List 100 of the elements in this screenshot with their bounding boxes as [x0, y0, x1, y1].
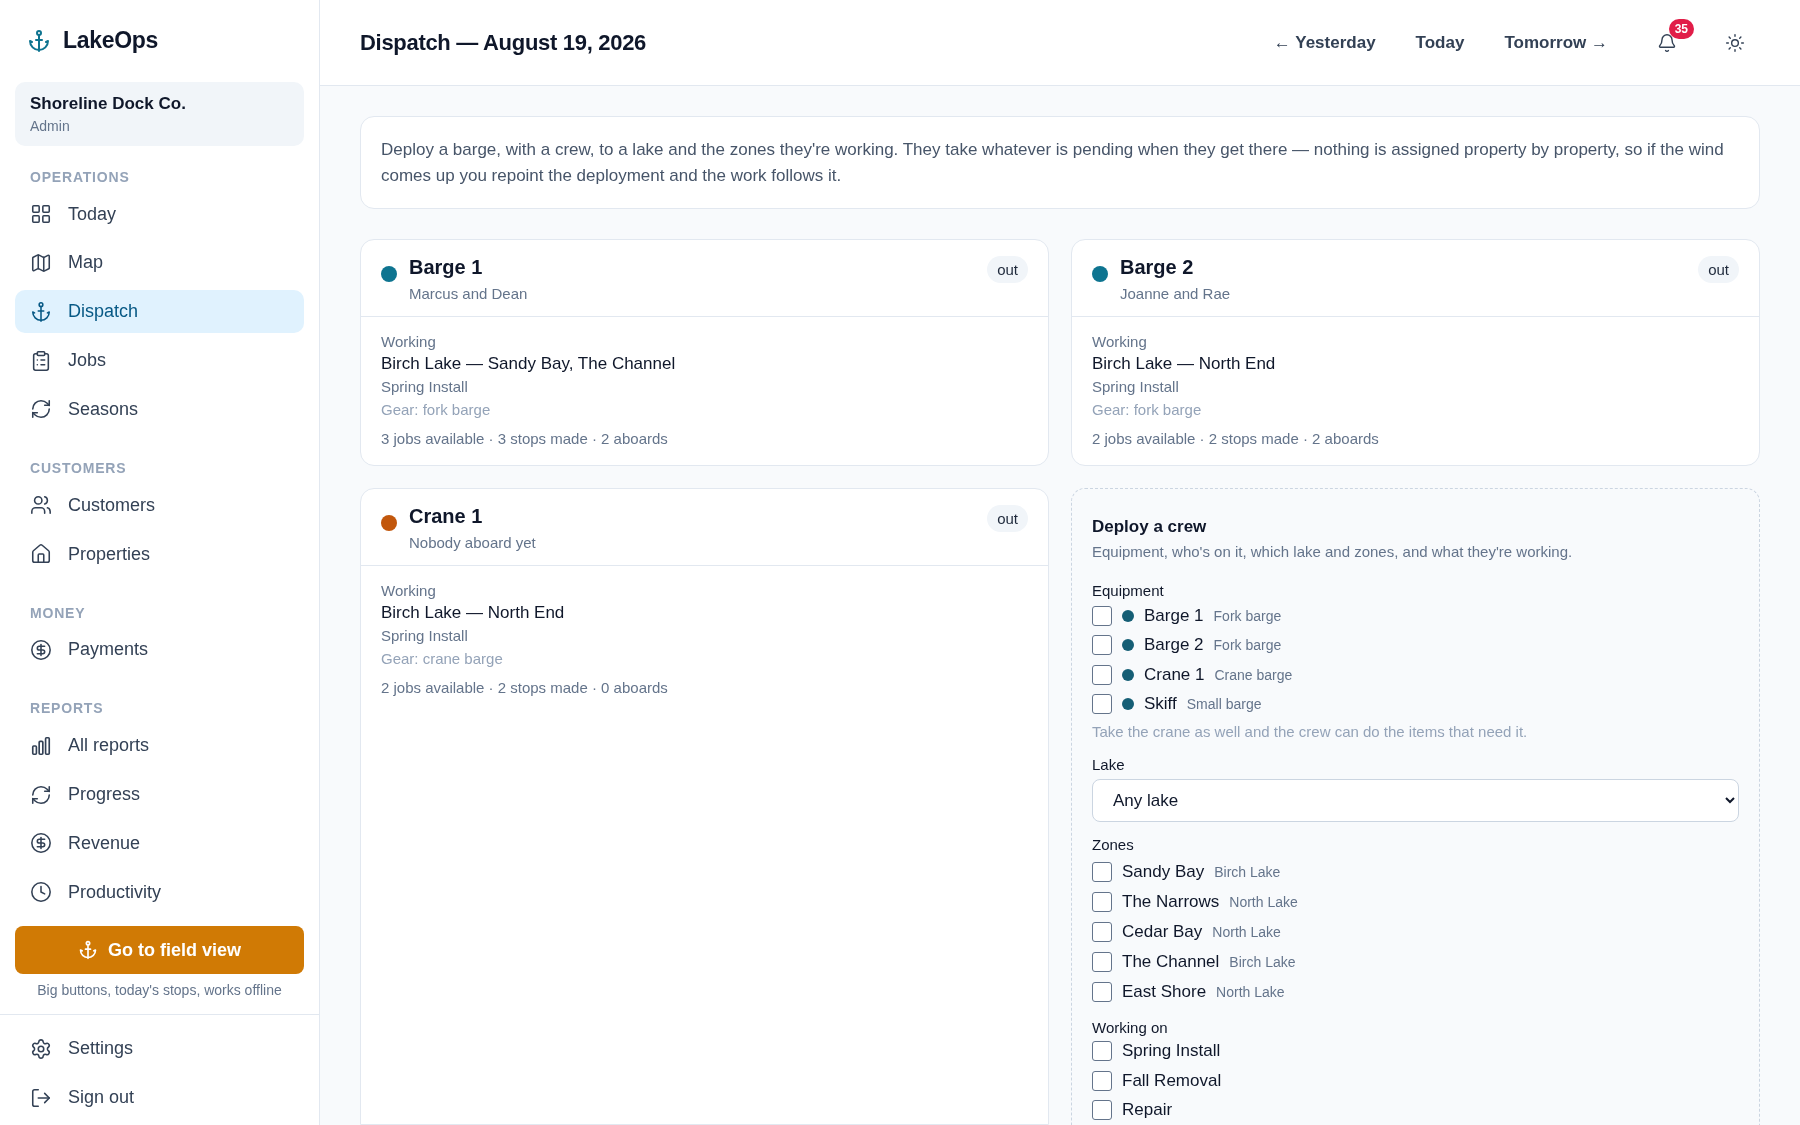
dollar-icon	[30, 638, 52, 661]
status-badge: out	[987, 505, 1028, 532]
lake-select[interactable]: Any lake	[1092, 779, 1739, 823]
checkbox[interactable]	[1092, 892, 1112, 913]
org-card[interactable]: Shoreline Dock Co. Admin	[15, 81, 304, 146]
zone-lake: North Lake	[1229, 894, 1298, 911]
nav-item[interactable]: Productivity	[15, 870, 304, 914]
zone-name: Cedar Bay	[1122, 922, 1203, 943]
checkbox[interactable]	[1092, 605, 1112, 626]
sign-out-icon	[30, 1086, 52, 1109]
zone-lake: North Lake	[1216, 984, 1285, 1001]
date-nav-link[interactable]: Tomorrow →	[1488, 24, 1624, 61]
equipment-hint: Take the crane as well and the crew can do the items that need it.	[1092, 723, 1529, 741]
nav-item[interactable]: Payments	[15, 628, 304, 672]
equipment-name: Crane 1	[1144, 664, 1205, 685]
zone-name: East Shore	[1122, 982, 1207, 1003]
field-view-caption: Big buttons, today's stops, works offline	[36, 981, 283, 1001]
stats-text: 3 jobs available · 3 stops made · 2 aboards	[381, 430, 669, 447]
location-text: Birch Lake — North End	[1092, 354, 1277, 374]
zone-name: Sandy Bay	[1122, 862, 1205, 883]
checkbox[interactable]	[1092, 952, 1112, 973]
anchor-icon	[30, 300, 52, 323]
map-icon	[30, 252, 52, 274]
nav-item[interactable]: Progress	[15, 773, 304, 817]
house-icon	[30, 543, 52, 566]
zone-lake: North Lake	[1212, 924, 1281, 941]
nav-item[interactable]: Customers	[15, 483, 304, 527]
notifications-button[interactable]: 35	[1642, 20, 1692, 65]
page-title: Dispatch — August 19, 2026	[360, 29, 648, 56]
checkbox[interactable]	[1092, 635, 1112, 656]
bell-icon	[1657, 32, 1677, 53]
section-heading: CUSTOMERS	[29, 458, 128, 478]
work-type: Fall Removal	[1122, 1070, 1222, 1091]
nav-item[interactable]: Sign out	[15, 1076, 304, 1120]
equipment-name: Skiff	[1144, 694, 1177, 715]
crew-names: Marcus and Dean	[409, 285, 529, 302]
equipment-name: Barge 2	[1144, 635, 1204, 656]
date-nav-link[interactable]: Today	[1399, 24, 1481, 61]
equipment-type: Fork barge	[1213, 637, 1282, 654]
checkbox[interactable]	[1092, 664, 1112, 685]
job-type: Spring Install	[381, 378, 469, 395]
deployment-name: Barge 2	[1120, 256, 1195, 279]
sun-icon	[1725, 32, 1745, 53]
form-title: Deploy a crew	[1092, 517, 1208, 537]
job-type: Spring Install	[1092, 378, 1180, 395]
clock-icon	[30, 881, 52, 904]
bar-chart-icon	[30, 734, 52, 757]
field-label: Zones	[1092, 836, 1135, 854]
nav-item[interactable]: Properties	[15, 532, 304, 576]
anchor-icon	[27, 28, 51, 53]
stats-text: 2 jobs available · 2 stops made · 2 aboards	[1092, 430, 1380, 447]
checkbox[interactable]	[1092, 982, 1112, 1003]
grid-icon	[30, 203, 52, 226]
nav-item[interactable]: Revenue	[15, 822, 304, 865]
equipment-type: Small barge	[1186, 696, 1262, 713]
refresh-icon	[30, 783, 52, 806]
clipboard-icon	[30, 349, 52, 372]
zone-lake: Birch Lake	[1229, 954, 1296, 971]
checkbox[interactable]	[1092, 694, 1112, 715]
location-text: Birch Lake — Sandy Bay, The Channel	[381, 354, 677, 374]
zone-lake: Birch Lake	[1214, 864, 1281, 881]
checkbox[interactable]	[1092, 922, 1112, 943]
working-label: Working	[381, 582, 437, 599]
job-type: Spring Install	[381, 627, 469, 644]
anchor-icon	[78, 940, 98, 961]
refresh-icon	[30, 398, 52, 421]
equipment-name: Barge 1	[1144, 605, 1204, 626]
equipment-type: Fork barge	[1213, 607, 1282, 624]
field-label: Working on	[1092, 1019, 1169, 1037]
field-label: Equipment	[1092, 582, 1165, 599]
nav-item[interactable]: Settings	[15, 1027, 304, 1071]
nav-item[interactable]: Seasons	[15, 388, 304, 431]
checkbox[interactable]	[1092, 1070, 1112, 1091]
equipment-type: Crane barge	[1214, 666, 1293, 683]
work-type: Repair	[1122, 1100, 1173, 1121]
checkbox[interactable]	[1092, 862, 1112, 883]
users-icon	[30, 494, 52, 517]
location-text: Birch Lake — North End	[381, 603, 566, 623]
org-name: Shoreline Dock Co.	[30, 93, 187, 114]
checkbox[interactable]	[1092, 1100, 1112, 1121]
crew-names: Nobody aboard yet	[409, 534, 537, 551]
zone-name: The Narrows	[1122, 892, 1220, 913]
status-badge: out	[987, 256, 1028, 283]
crew-names: Joanne and Rae	[1120, 285, 1232, 302]
nav-item[interactable]: Today	[15, 192, 304, 236]
gear-text: Gear: fork barge	[381, 401, 492, 418]
date-nav-link[interactable]: ← Yesterday	[1257, 24, 1392, 61]
nav-item[interactable]: Map	[15, 241, 304, 285]
nav-item[interactable]: Jobs	[15, 339, 304, 383]
checkbox[interactable]	[1092, 1041, 1112, 1062]
zone-name: The Channel	[1122, 952, 1220, 973]
deployment-name: Crane 1	[409, 505, 484, 528]
intro-text: Deploy a barge, with a crew, to a lake and the zones they're working. They take whatever is pending when they get there — nothing is assigned property by property, so if the wind comes up you repoint the deployment and the work follows it.	[360, 116, 1760, 209]
settings-icon	[30, 1037, 52, 1060]
gear-text: Gear: fork barge	[1092, 401, 1203, 418]
nav-item[interactable]: Dispatch	[15, 290, 304, 334]
stats-text: 2 jobs available · 2 stops made · 0 aboards	[381, 679, 669, 696]
nav-item[interactable]: All reports	[15, 724, 304, 768]
section-heading: REPORTS	[29, 699, 105, 719]
notification-badge: 35	[1668, 18, 1694, 39]
